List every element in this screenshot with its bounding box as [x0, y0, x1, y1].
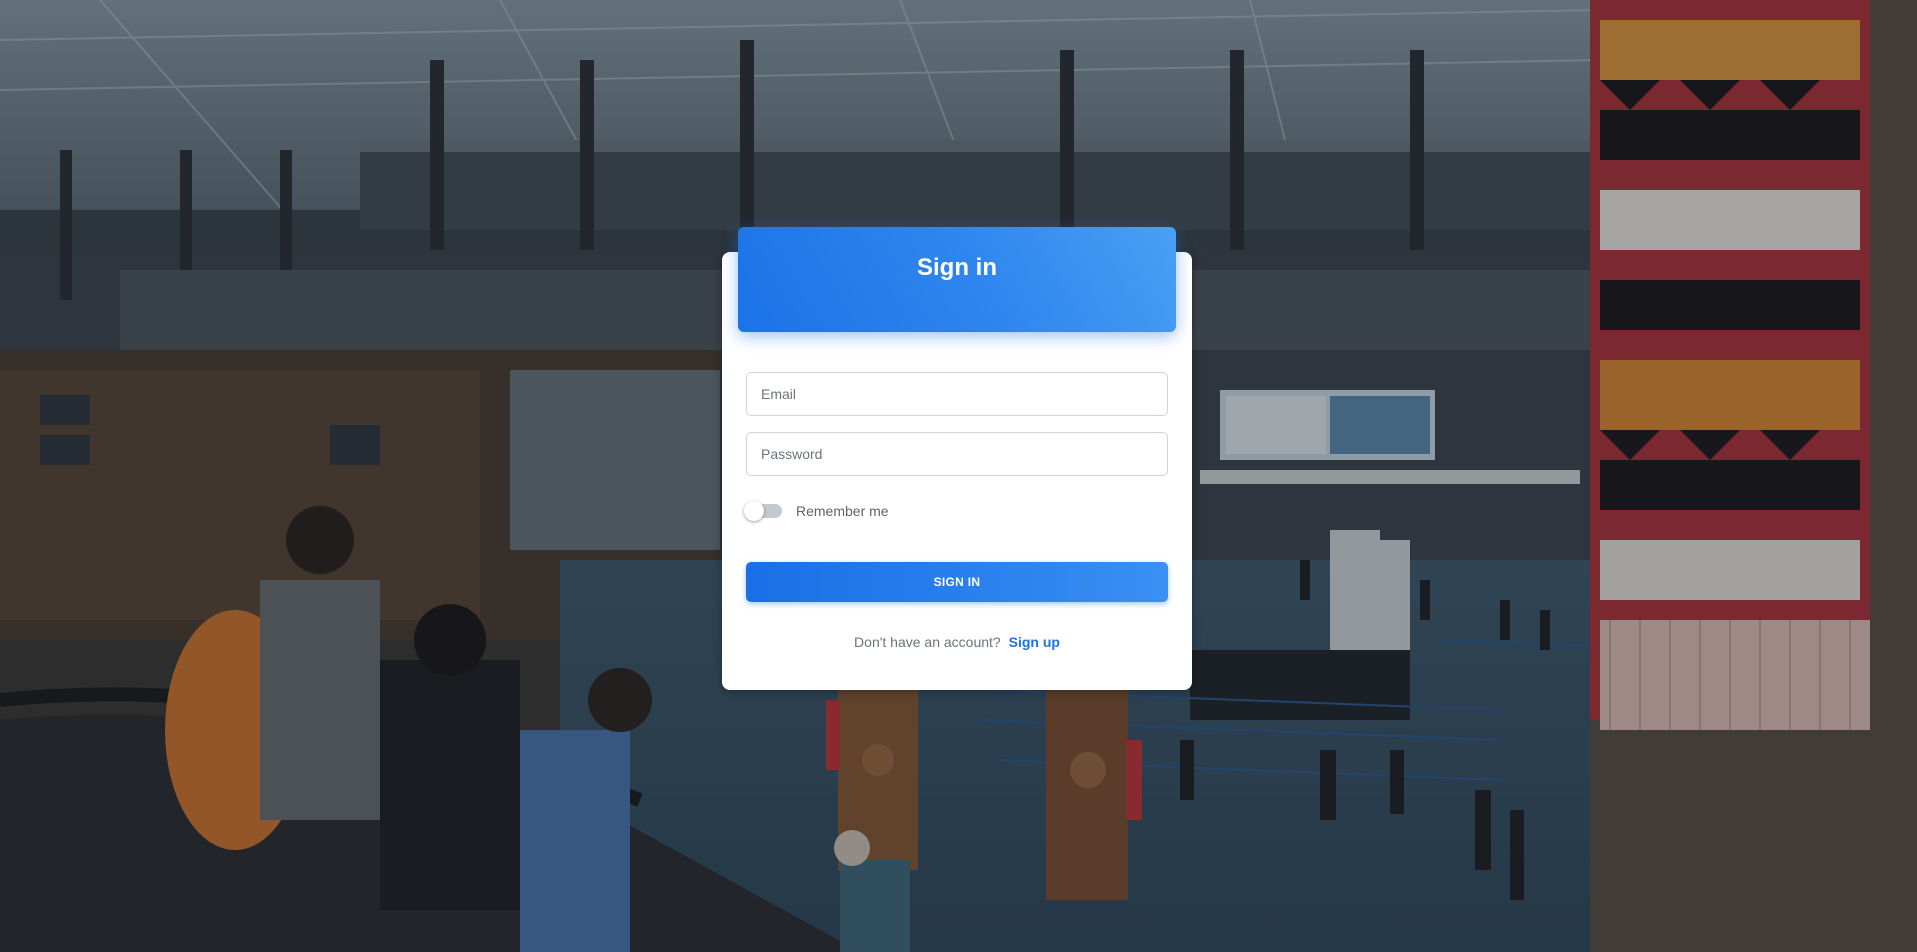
signin-card-header: Sign in	[738, 227, 1176, 332]
remember-me-row[interactable]: Remember me	[744, 498, 889, 524]
remember-me-toggle[interactable]	[744, 501, 782, 521]
email-input[interactable]	[746, 372, 1168, 416]
signup-link[interactable]: Sign up	[1009, 634, 1060, 650]
password-input[interactable]	[746, 432, 1168, 476]
signin-button[interactable]: SIGN IN	[746, 562, 1168, 602]
signin-title: Sign in	[917, 253, 997, 281]
toggle-knob	[744, 501, 764, 521]
signup-prompt-row: Don't have an account? Sign up	[722, 634, 1192, 650]
signup-prompt-text: Don't have an account?	[854, 634, 1001, 650]
remember-me-label: Remember me	[796, 503, 889, 519]
